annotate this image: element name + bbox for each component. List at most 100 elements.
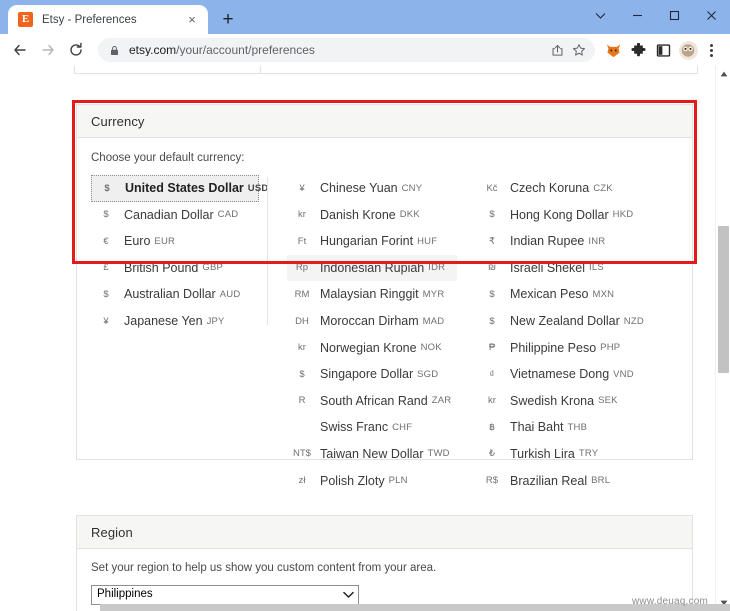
previous-section-panel — [74, 66, 698, 74]
currency-option-vnd[interactable]: ₫ Vietnamese Dong VND — [477, 361, 657, 388]
currency-option-idr[interactable]: Rp Indonesian Rupiah IDR — [287, 254, 457, 282]
url-host: etsy.com — [129, 44, 177, 56]
currency-symbol: $ — [489, 209, 495, 221]
currency-option-inr[interactable]: ₹ Indian Rupee INR — [477, 228, 657, 255]
currency-code: CAD — [217, 209, 239, 221]
new-tab-button[interactable]: + — [214, 5, 242, 33]
currency-code: AUD — [219, 288, 241, 300]
currency-symbol: RM — [294, 288, 310, 300]
currency-code: PLN — [388, 475, 408, 487]
scroll-up-arrow-icon[interactable] — [716, 66, 730, 82]
owl-avatar[interactable] — [676, 37, 700, 63]
currency-symbol: zł — [298, 475, 306, 487]
currency-name: Mexican Peso — [510, 287, 589, 302]
currency-symbol: R$ — [485, 475, 499, 487]
puzzle-extension-icon[interactable] — [626, 37, 650, 63]
currency-option-ils[interactable]: ₪ Israeli Shekel ILS — [477, 255, 657, 282]
currency-option-sgd[interactable]: $ Singapore Dollar SGD — [287, 361, 457, 388]
currency-column-divider — [267, 177, 268, 325]
currency-option-php[interactable]: ₱ Philippine Peso PHP — [477, 335, 657, 362]
currency-symbol: $ — [103, 209, 109, 221]
reload-icon[interactable] — [62, 36, 90, 64]
region-description: Set your region to help us show you cust… — [91, 562, 437, 574]
currency-symbol: kr — [298, 209, 306, 221]
currency-code: SGD — [417, 368, 439, 380]
close-icon[interactable] — [693, 0, 730, 30]
currency-name: Canadian Dollar — [124, 207, 214, 222]
currency-option-gbp[interactable]: £ British Pound GBP — [91, 255, 259, 282]
currency-name: Turkish Lira — [510, 446, 575, 461]
currency-option-usd[interactable]: $ United States Dollar USD — [91, 175, 268, 202]
currency-option-jpy[interactable]: ¥ Japanese Yen JPY — [91, 308, 259, 335]
scrollbar-thumb[interactable] — [718, 226, 729, 373]
chevron-down-icon[interactable] — [582, 0, 619, 30]
fox-extension-icon[interactable] — [601, 37, 625, 63]
currency-code: PHP — [600, 342, 621, 354]
address-bar[interactable]: etsy.com/your/account/preferences — [98, 38, 595, 62]
star-icon[interactable] — [569, 40, 589, 60]
currency-code: CNY — [401, 182, 423, 194]
currency-option-thb[interactable]: ฿ Thai Baht THB — [477, 414, 657, 441]
tab-title: Etsy - Preferences — [42, 13, 137, 26]
page-viewport: Currency Choose your default currency: $… — [0, 66, 730, 611]
chevron-down-icon — [343, 591, 354, 599]
currency-option-brl[interactable]: R$ Brazilian Real BRL — [477, 468, 657, 495]
browser-tab-etsy-preferences[interactable]: E Etsy - Preferences × — [8, 5, 208, 34]
back-icon[interactable] — [6, 36, 34, 64]
browser-window: E Etsy - Preferences × + etsy.com/your/a… — [0, 0, 730, 611]
currency-name: Indian Rupee — [510, 234, 585, 249]
page-content: Currency Choose your default currency: $… — [0, 66, 715, 611]
currency-option-nok[interactable]: kr Norwegian Krone NOK — [287, 335, 457, 362]
forward-icon[interactable] — [34, 36, 62, 64]
currency-code: SEK — [598, 395, 618, 407]
three-dot-menu-icon[interactable] — [700, 37, 722, 63]
currency-symbol: Rp — [295, 262, 309, 274]
currency-option-eur[interactable]: € Euro EUR — [91, 228, 259, 255]
currency-option-zar[interactable]: R South African Rand ZAR — [287, 388, 457, 415]
region-selected-value: Philippines — [97, 588, 153, 601]
currency-option-pln[interactable]: zł Polish Zloty PLN — [287, 468, 457, 495]
currency-option-try[interactable]: ₺ Turkish Lira TRY — [477, 441, 657, 468]
currency-option-nzd[interactable]: $ New Zealand Dollar NZD — [477, 308, 657, 335]
minimize-icon[interactable] — [619, 0, 656, 30]
region-select[interactable]: Philippines — [91, 585, 359, 605]
currency-option-dkk[interactable]: kr Danish Krone DKK — [287, 202, 457, 229]
currency-code: HUF — [417, 235, 438, 247]
currency-option-aud[interactable]: $ Australian Dollar AUD — [91, 281, 259, 308]
maximize-icon[interactable] — [656, 0, 693, 30]
currency-option-czk[interactable]: Kč Czech Koruna CZK — [477, 175, 657, 202]
currency-symbol: Kč — [486, 182, 498, 194]
share-icon[interactable] — [547, 40, 567, 60]
currency-option-cny[interactable]: ¥ Chinese Yuan CNY — [287, 175, 457, 202]
currency-option-mxn[interactable]: $ Mexican Peso MXN — [477, 281, 657, 308]
currency-name: Israeli Shekel — [510, 260, 586, 275]
currency-symbol: ₹ — [488, 235, 496, 247]
currency-option-mad[interactable]: DH Moroccan Dirham MAD — [287, 308, 457, 335]
currency-column-1: $ United States Dollar USD $ Canadian Dollar… — [91, 175, 268, 494]
currency-name: Thai Baht — [510, 420, 564, 435]
watermark: www.deuaq.com — [632, 596, 708, 607]
currency-option-huf[interactable]: Ft Hungarian Forint HUF — [287, 228, 457, 255]
currency-option-sek[interactable]: kr Swedish Krona SEK — [477, 388, 657, 415]
tab-strip: E Etsy - Preferences × + — [0, 0, 730, 34]
region-title: Region — [91, 524, 133, 540]
tab-close-icon[interactable]: × — [184, 12, 200, 28]
currency-column-3: Kč Czech Koruna CZK $ Hong Kong Dollar HKD ₹ In… — [457, 175, 657, 494]
currency-name: Norwegian Krone — [320, 340, 417, 355]
currency-name: British Pound — [124, 260, 199, 275]
currency-option-chf[interactable]: Swiss Franc CHF — [287, 414, 457, 441]
currency-option-hkd[interactable]: $ Hong Kong Dollar HKD — [477, 202, 657, 229]
currency-name: Japanese Yen — [124, 314, 203, 329]
currency-code: JPY — [206, 315, 225, 327]
currency-name: South African Rand — [320, 393, 428, 408]
currency-option-cad[interactable]: $ Canadian Dollar CAD — [91, 202, 259, 229]
currency-code: ZAR — [431, 395, 452, 407]
currency-symbol: ₺ — [488, 448, 496, 460]
sidebar-icon[interactable] — [651, 37, 675, 63]
window-controls — [582, 0, 730, 30]
page-scrollbar[interactable] — [715, 66, 730, 611]
currency-option-myr[interactable]: RM Malaysian Ringgit MYR — [287, 281, 457, 308]
omnibox-actions — [547, 40, 589, 60]
lock-icon — [109, 45, 120, 56]
currency-option-twd[interactable]: NT$ Taiwan New Dollar TWD — [287, 441, 457, 468]
